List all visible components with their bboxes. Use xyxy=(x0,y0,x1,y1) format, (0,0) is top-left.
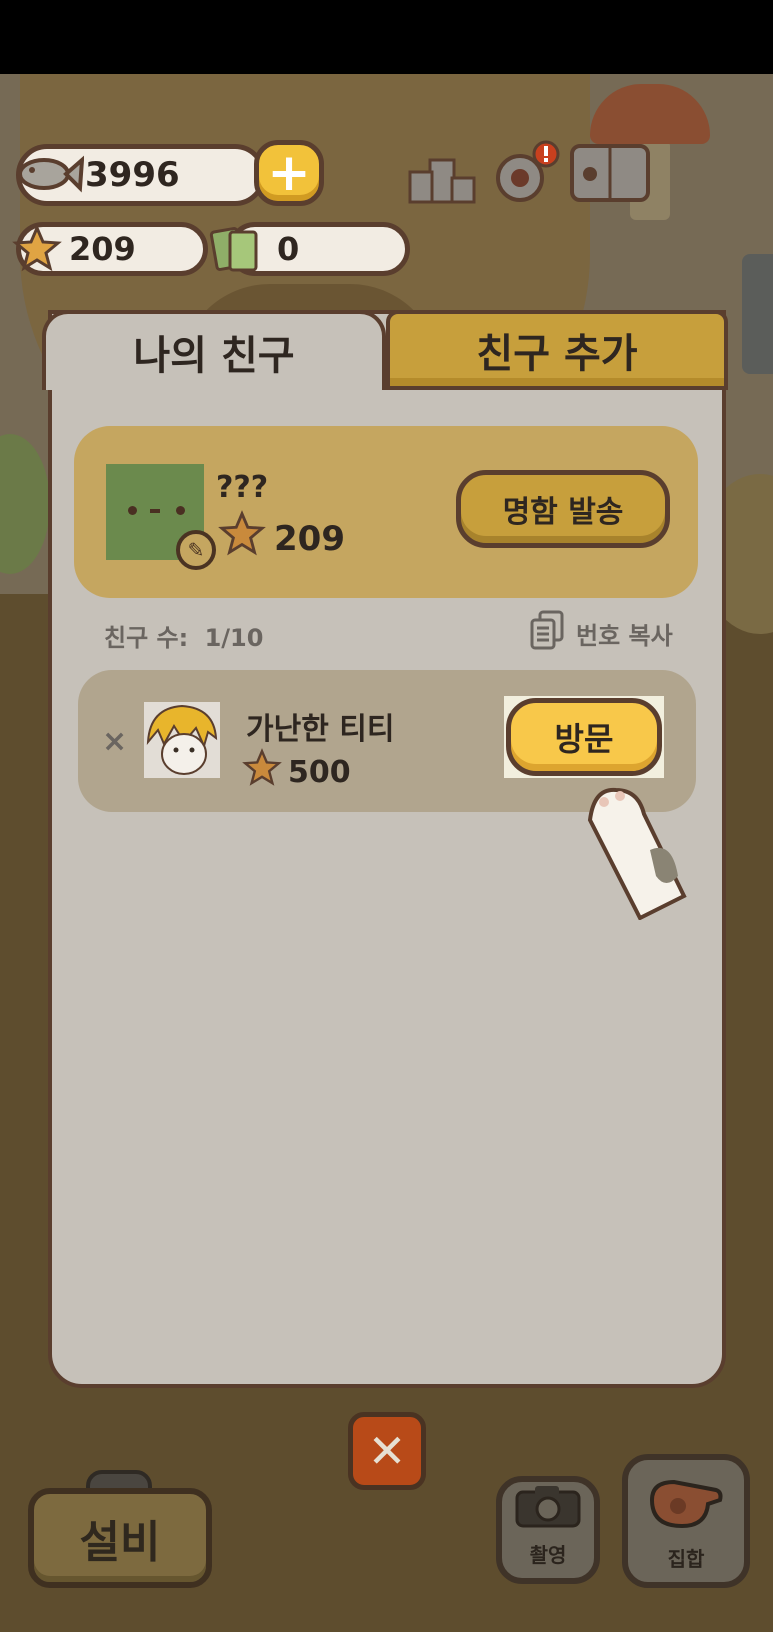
tab-add-friend-label: 친구 추가 xyxy=(476,331,638,377)
friend-stars-value: 500 xyxy=(288,754,351,790)
avatar[interactable] xyxy=(144,702,220,778)
background-lamp xyxy=(742,254,773,374)
edit-icon[interactable]: ✎ xyxy=(176,530,216,570)
tab-my-friends-label: 나의 친구 xyxy=(133,333,295,379)
friend-stars: 500 xyxy=(242,748,351,796)
send-business-card-button[interactable]: 명함 발송 xyxy=(456,470,670,548)
star-icon xyxy=(218,510,266,567)
friend-name: 가난한 티티 xyxy=(246,712,395,747)
camera-label: 촬영 xyxy=(529,1543,567,1567)
ticket-count: 0 xyxy=(277,230,300,268)
gather-label: 집합 xyxy=(667,1547,705,1571)
fish-count: 3996 xyxy=(85,155,180,195)
friend-count: 친구 수: 1/10 xyxy=(104,618,263,653)
buy-fish-plus-button[interactable]: + xyxy=(254,140,324,206)
copy-number-label: 번호 복사 xyxy=(576,621,673,650)
send-business-card-label: 명함 발송 xyxy=(502,495,624,530)
remove-friend-button[interactable]: × xyxy=(102,724,127,759)
camera-button[interactable]: 촬영 xyxy=(496,1476,600,1584)
gather-button[interactable]: 집합 xyxy=(622,1454,750,1588)
friend-count-value: 1/10 xyxy=(204,624,264,652)
tab-add-friend[interactable]: 친구 추가 xyxy=(386,310,728,390)
star-icon xyxy=(242,748,282,796)
close-icon: ✕ xyxy=(367,1424,407,1478)
visit-button[interactable]: 방문 xyxy=(506,698,662,776)
equipment-label: 설비 xyxy=(79,1517,161,1568)
my-stars: 209 xyxy=(218,510,345,567)
my-stars-value: 209 xyxy=(274,518,345,559)
tutorial-paw-pointer-icon xyxy=(580,780,690,924)
star-count: 209 xyxy=(69,230,136,268)
copy-number-button[interactable]: 번호 복사 xyxy=(530,610,673,656)
close-button[interactable]: ✕ xyxy=(348,1412,426,1490)
copy-icon xyxy=(530,610,564,656)
ranking-icon[interactable] xyxy=(408,150,476,206)
paw-book-icon[interactable] xyxy=(568,140,654,210)
fish-icon xyxy=(14,140,84,210)
tab-my-friends[interactable]: 나의 친구 xyxy=(42,310,386,390)
camera-icon xyxy=(515,1484,581,1533)
status-bar xyxy=(0,0,773,74)
my-name: ??? xyxy=(216,470,269,505)
equipment-button[interactable]: 설비 xyxy=(28,1488,212,1588)
gear-icon[interactable] xyxy=(488,140,562,210)
plus-icon: + xyxy=(267,143,311,203)
ticket-icon xyxy=(208,222,264,278)
friend-count-label: 친구 수: xyxy=(104,624,189,652)
star-icon xyxy=(12,224,62,274)
whistle-icon xyxy=(646,1476,726,1537)
visit-label: 방문 xyxy=(554,720,614,758)
